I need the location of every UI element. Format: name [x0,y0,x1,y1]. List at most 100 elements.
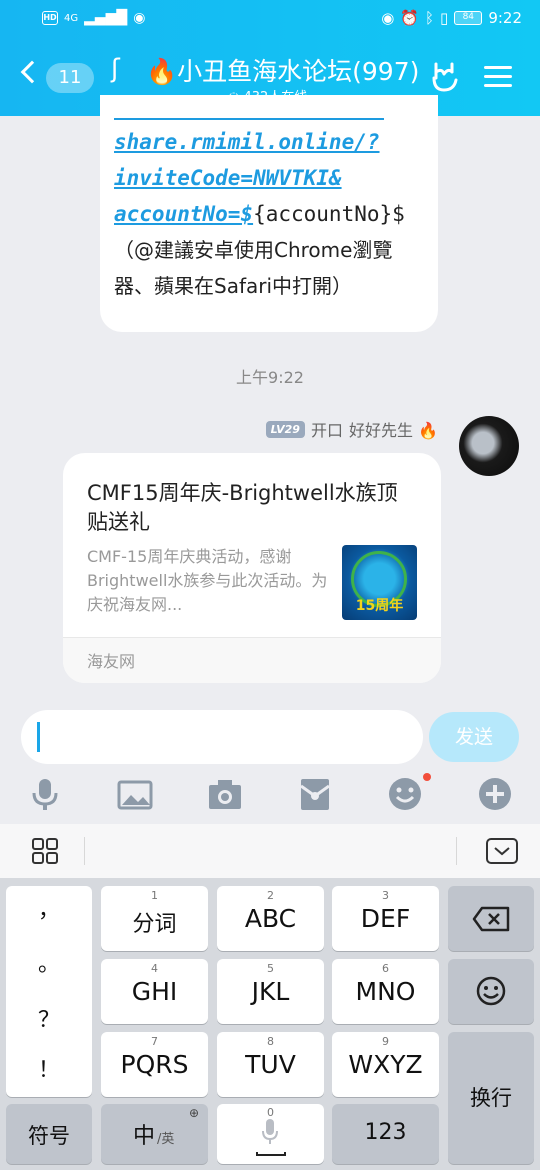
group-title[interactable]: 🔥小丑鱼海水论坛(997) [146,52,419,88]
key-label: PQRS [120,1050,189,1079]
key-label: ABC [244,904,297,933]
plus-icon[interactable] [477,776,513,812]
key-label: GHI [131,977,178,1006]
message-timestamp: 上午9:22 [236,368,304,387]
sender-name[interactable]: 好好先生 🔥 [349,417,438,441]
toolbar-divider [456,837,457,865]
ear-icon[interactable]: ʃ [111,54,120,84]
globe-icon: ⊕ [189,1106,200,1120]
invite-link-line[interactable]: inviteCode=NWVTKI& [114,166,342,190]
status-bar: HD 4G ▂▄▆█ ◉ ◉ ⏰ ᛒ ▯ 84 9:22 [0,0,540,38]
emoji-key[interactable] [448,959,534,1024]
signal-bars-icon: ▂▄▆█ [84,10,128,26]
key-number: 6 [382,962,389,975]
punctuation-key[interactable]: 。 [6,946,92,978]
emoji-icon[interactable] [387,776,423,812]
key-9[interactable]: 9 WXYZ [332,1032,439,1097]
invite-link-line[interactable]: accountNo=$ [114,202,253,226]
invite-link-line[interactable]: share.rmimil.online/? [114,130,380,154]
key-4[interactable]: 4 GHI [101,959,208,1024]
sender-tag: 开口 [310,421,343,440]
language-key[interactable]: 中 /英 ⊕ [101,1104,208,1164]
card-thumbnail: 15周年 [342,545,417,620]
grid-icon[interactable] [31,837,59,865]
key-2[interactable]: 2 ABC [217,886,324,951]
key-number: 7 [151,1035,158,1048]
key-number: 3 [382,889,389,902]
key-6[interactable]: 6 MNO [332,959,439,1024]
microphone-icon [262,1119,278,1144]
key-8[interactable]: 8 TUV [217,1032,324,1097]
level-badge: LV29 [265,420,305,438]
key-1[interactable]: 1 分词 [101,886,208,951]
punctuation-key[interactable]: ！ [6,1052,92,1084]
key-label: 分词 [132,912,177,937]
eye-icon: ◉ [381,9,395,27]
text-cursor [37,722,40,752]
message-input[interactable] [21,710,423,764]
language-key-sub: /英 [157,1132,175,1147]
battery-icon: 84 [454,11,483,25]
enter-key-label: 换行 [470,1086,512,1110]
punctuation-column[interactable]: ， 。 ？ ！ [6,886,92,1097]
number-key[interactable]: 123 [332,1104,439,1164]
microphone-icon[interactable] [27,776,63,812]
speed-icon: ◉ [133,10,146,26]
link-tail: {accountNo}$ [253,202,405,226]
key-number: 5 [267,962,274,975]
alarm-icon: ⏰ [400,9,420,27]
clock: 9:22 [488,9,522,27]
thumbnail-text: 15周年 [355,598,404,614]
punctuation-key[interactable]: ， [6,892,92,924]
key-number: 1 [151,889,158,902]
key-number: 4 [151,962,158,975]
key-label: JKL [251,977,290,1006]
key-label: TUV [245,1050,296,1079]
key-5[interactable]: 5 JKL [217,959,324,1024]
space-bar-mark [256,1152,286,1156]
card-source: 海友网 [87,652,136,671]
browser-note: （@建議安卓使用Chrome瀏覽器、蘋果在Safari中打開） [114,238,393,298]
menu-icon[interactable] [484,66,512,88]
key-7[interactable]: 7 PQRS [101,1032,208,1097]
card-description: CMF-15周年庆典活动，感谢Brightwell水族参与此次活动。为庆祝海友网… [87,547,328,614]
signal-icon: 4G [64,12,79,24]
unread-count-badge[interactable]: 11 [46,63,94,93]
card-title: CMF15周年庆-Brightwell水族顶贴送礼 [87,481,398,534]
camera-icon[interactable] [207,776,243,812]
red-packet-icon[interactable] [297,776,333,812]
bluetooth-icon: ᛒ [425,9,435,27]
backspace-key[interactable] [448,886,534,951]
send-button[interactable]: 发送 [429,712,519,762]
key-label: WXYZ [348,1050,423,1079]
card-source-bar: 海友网 [63,638,441,683]
avatar[interactable] [459,416,519,476]
sender-info: LV29 开口 好好先生 🔥 [265,417,438,441]
key-number: 8 [267,1035,274,1048]
image-icon[interactable] [117,776,153,812]
key-label: MNO [355,977,416,1006]
symbol-key[interactable]: 符号 [6,1104,92,1164]
toolbar-divider [84,837,85,865]
key-number: 2 [267,889,274,902]
vibrate-icon: ▯ [440,9,449,27]
key-label: DEF [360,904,411,933]
punctuation-key[interactable]: ？ [6,1002,92,1034]
language-key-label: 中 [133,1124,156,1149]
shared-link-card[interactable]: CMF15周年庆-Brightwell水族顶贴送礼 CMF-15周年庆典活动，感… [63,453,441,683]
symbol-key-label: 符号 [28,1124,70,1148]
enter-key[interactable]: 换行 [448,1032,534,1164]
smiley-icon [476,976,506,1006]
link-underline [114,118,384,120]
message-text: share.rmimil.online/? inviteCode=NWVTKI&… [114,124,426,304]
keyboard-toolbar [0,824,540,878]
backspace-icon [472,906,510,932]
key-number: 9 [382,1035,389,1048]
space-key[interactable]: 0 [217,1104,324,1164]
collapse-keyboard-icon[interactable] [486,838,518,864]
hd-badge: HD [42,11,58,25]
hand-gesture-icon[interactable] [430,60,460,94]
number-key-label: 123 [364,1120,407,1145]
key-3[interactable]: 3 DEF [332,886,439,951]
notification-dot [423,773,431,781]
